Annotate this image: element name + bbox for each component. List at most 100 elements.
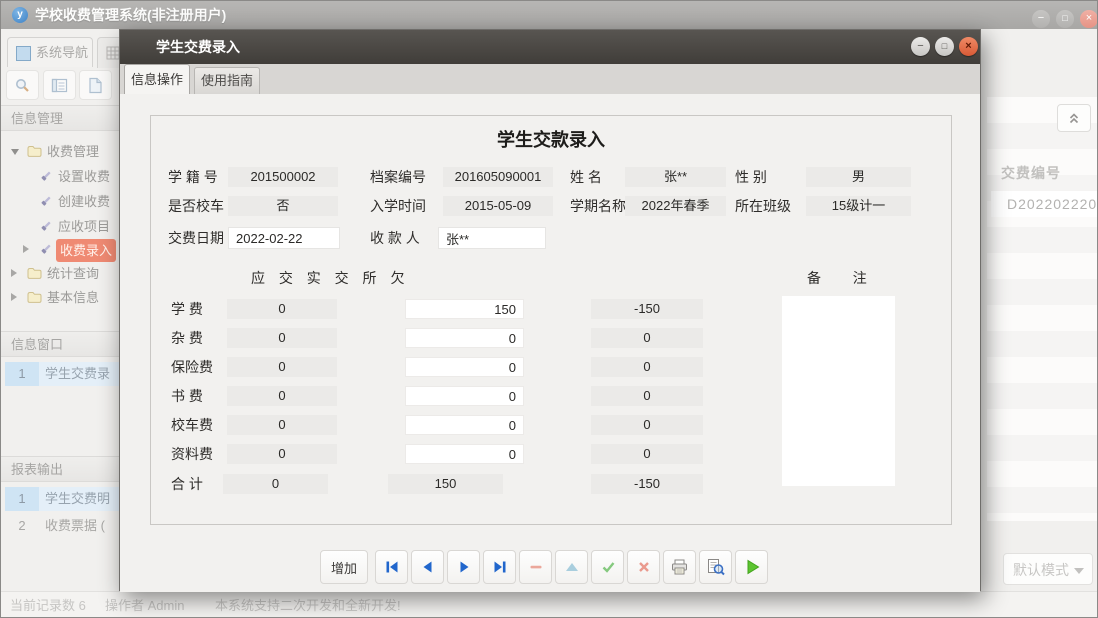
report-item[interactable]: 1 学生交费明: [5, 487, 133, 511]
fee-due-tuition: 0: [227, 299, 337, 319]
document-icon: [88, 77, 103, 94]
fee-paid-misc-input[interactable]: [405, 328, 524, 348]
item-index: 2: [5, 514, 39, 538]
tab-system-nav[interactable]: 系统导航: [7, 37, 93, 67]
fee-label-total: 合 计: [171, 474, 203, 494]
app-window: y 学校收费管理系统(非注册用户) − □ × 系统导航 信息管理: [0, 0, 1098, 618]
field-name: 张**: [625, 167, 726, 187]
chevron-right-icon[interactable]: [23, 245, 29, 253]
label-semester: 学期名称: [570, 196, 626, 216]
dialog-titlebar: 学生交费录入 − □ ×: [120, 30, 980, 64]
add-button[interactable]: 增加: [320, 550, 368, 584]
fee-due-materials: 0: [227, 444, 337, 464]
fee-label-insurance: 保险费: [171, 357, 213, 377]
field-semester: 2022年春季: [625, 196, 726, 216]
dialog-minimize-button[interactable]: −: [911, 37, 930, 56]
fee-label-bus: 校车费: [171, 415, 213, 435]
tree-item-statistics[interactable]: 统计查询: [1, 263, 133, 284]
fee-paid-total: 150: [388, 474, 503, 494]
fee-paid-materials-input[interactable]: [405, 444, 524, 464]
minus-icon: [528, 559, 544, 575]
tree-item-basic-info[interactable]: 基本信息: [1, 287, 133, 308]
remark-input[interactable]: [782, 296, 895, 486]
mode-dropdown[interactable]: 默认模式: [1003, 553, 1093, 585]
fee-paid-insurance-input[interactable]: [405, 357, 524, 377]
dialog-maximize-button[interactable]: □: [935, 37, 954, 56]
window-title: 学校收费管理系统(非注册用户): [35, 1, 226, 29]
payment-no-cell[interactable]: D2022022200: [991, 191, 1098, 217]
chevron-right-icon[interactable]: [11, 293, 17, 301]
fee-owed-materials: 0: [591, 444, 703, 464]
tree-item-create-fee[interactable]: 创建收费: [1, 191, 133, 212]
payment-form-panel: 学生交款录入 学 籍 号 201500002 档案编号 201605090001…: [150, 115, 952, 525]
tree-item-fee-entry[interactable]: 收费录入: [1, 239, 133, 260]
grid-icon: [106, 46, 120, 60]
search-button[interactable]: [6, 70, 39, 100]
folder-icon: [27, 145, 42, 158]
tab-system-nav-label: 系统导航: [36, 45, 88, 60]
fee-paid-tuition-input[interactable]: [405, 299, 524, 319]
tab-info-operations[interactable]: 信息操作: [124, 64, 190, 94]
dialog-title: 学生交费录入: [156, 30, 240, 64]
label-enroll-date: 入学时间: [370, 196, 426, 216]
label-file-no: 档案编号: [370, 167, 426, 187]
fee-label-materials: 资料费: [171, 444, 213, 464]
remark-header: 备 注: [807, 268, 875, 288]
fee-label-books: 书 费: [171, 386, 203, 406]
window-maximize-button[interactable]: □: [1056, 10, 1074, 28]
tree-item-fee-management[interactable]: 收费管理: [1, 141, 133, 162]
check-icon: [600, 559, 616, 575]
collapse-panel-button[interactable]: [1057, 104, 1091, 132]
first-record-button[interactable]: [375, 550, 408, 584]
delete-record-button[interactable]: [519, 550, 552, 584]
dialog-close-button[interactable]: ×: [959, 37, 978, 56]
add-button-label: 增加: [331, 558, 357, 577]
preview-icon: [706, 558, 725, 576]
chevron-right-icon[interactable]: [11, 269, 17, 277]
window-minimize-button[interactable]: −: [1032, 10, 1050, 28]
tree-item-label-selected: 收费录入: [56, 239, 116, 262]
tab-user-guide[interactable]: 使用指南: [194, 67, 260, 94]
payee-input[interactable]: [438, 227, 546, 249]
document-button[interactable]: [79, 70, 112, 100]
tree-item-set-fee[interactable]: 设置收费: [1, 166, 133, 187]
fee-label-misc: 杂 费: [171, 328, 203, 348]
tool-icon: [39, 243, 52, 256]
payment-date-input[interactable]: [228, 227, 340, 249]
print-button[interactable]: [663, 550, 696, 584]
fee-due-books: 0: [227, 386, 337, 406]
previous-record-icon: [420, 559, 436, 575]
fee-owed-total: -150: [591, 474, 703, 494]
fee-paid-bus-input[interactable]: [405, 415, 524, 435]
first-record-icon: [384, 559, 400, 575]
column-header-payment-no: 交费编号: [1001, 163, 1098, 183]
next-record-button[interactable]: [447, 550, 480, 584]
mode-dropdown-value: 默认模式: [1013, 562, 1069, 578]
run-button[interactable]: [735, 550, 768, 584]
nav-square-icon: [16, 46, 31, 61]
window-titlebar: y 学校收费管理系统(非注册用户) − □ ×: [1, 1, 1098, 29]
fee-paid-books-input[interactable]: [405, 386, 524, 406]
tree-item-receivable-items[interactable]: 应收项目: [1, 216, 133, 237]
tree-item-label: 收费管理: [47, 141, 99, 162]
edit-record-button[interactable]: [555, 550, 588, 584]
field-file-no: 201605090001: [443, 167, 553, 187]
tree-item-label: 设置收费: [58, 166, 110, 187]
confirm-button[interactable]: [591, 550, 624, 584]
cancel-button[interactable]: [627, 550, 660, 584]
field-class: 15级计一: [806, 196, 911, 216]
info-window-item[interactable]: 1 学生交费录: [5, 362, 133, 386]
previous-record-button[interactable]: [411, 550, 444, 584]
chevron-down-icon[interactable]: [11, 149, 19, 155]
tree-item-label: 基本信息: [47, 287, 99, 308]
last-record-button[interactable]: [483, 550, 516, 584]
list-icon: [51, 78, 68, 93]
window-close-button[interactable]: ×: [1080, 10, 1098, 28]
tool-icon: [39, 195, 52, 208]
report-item[interactable]: 2 收费票据 (: [5, 514, 133, 538]
tool-icon: [39, 220, 52, 233]
status-message: 本系统支持二次开发和全新开发!: [215, 592, 401, 618]
list-view-button[interactable]: [43, 70, 76, 100]
tool-icon: [39, 170, 52, 183]
preview-button[interactable]: [699, 550, 732, 584]
